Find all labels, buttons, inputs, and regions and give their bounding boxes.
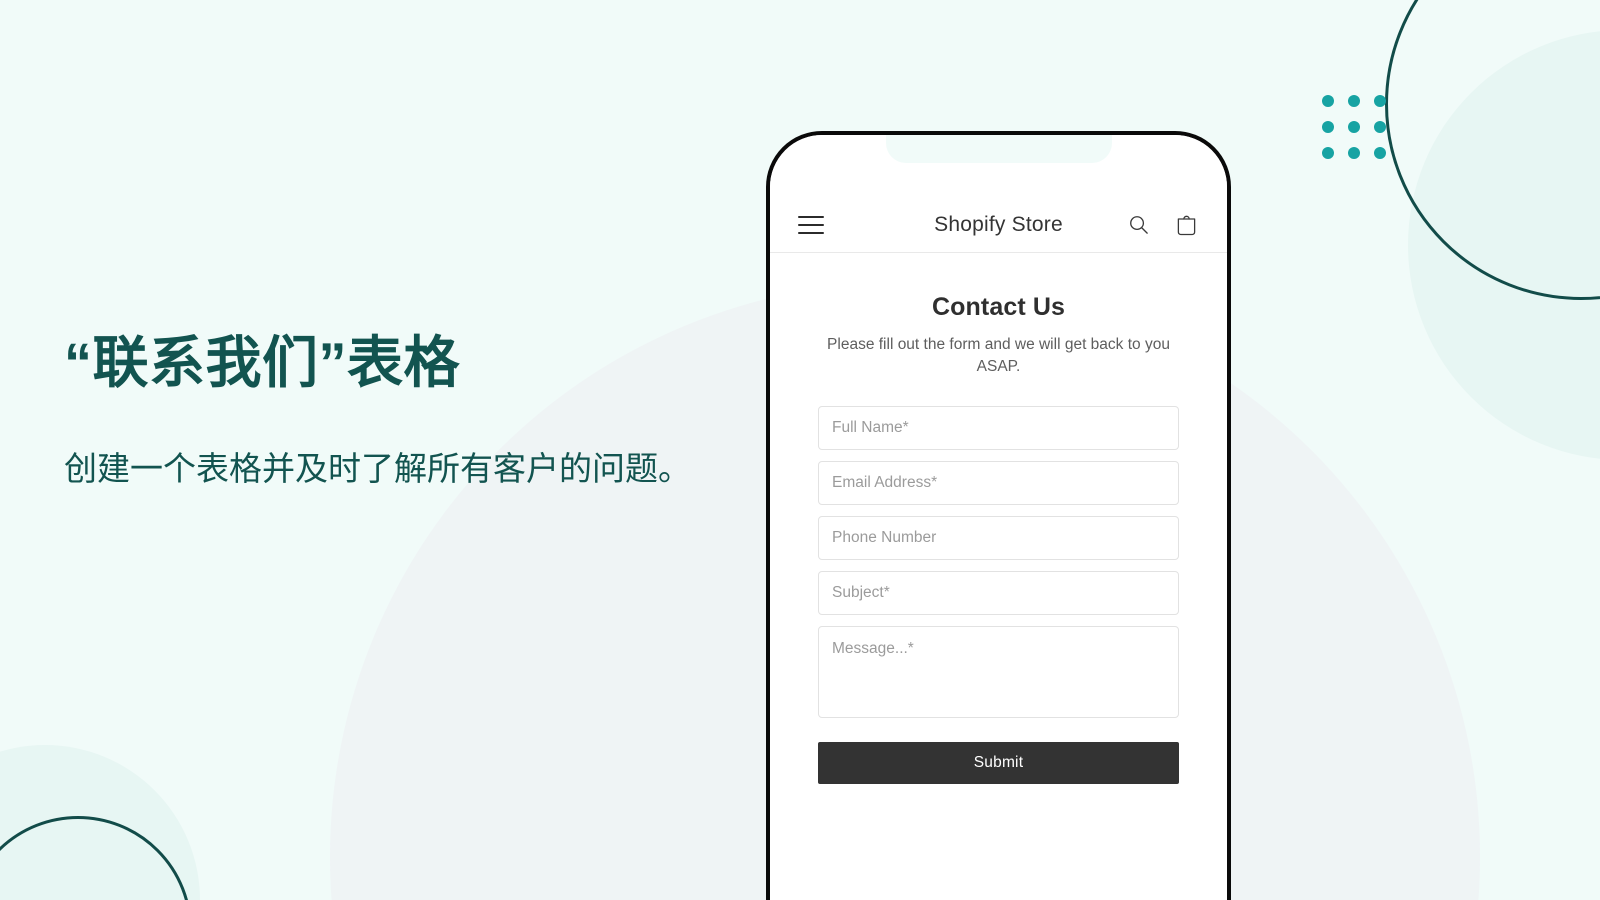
subject-input[interactable] (818, 571, 1179, 615)
grid-dot (1348, 147, 1360, 159)
grid-dot (1374, 147, 1386, 159)
shopping-bag-icon[interactable] (1173, 212, 1199, 238)
page-subtitle: 创建一个表格并及时了解所有客户的问题。 (64, 450, 691, 488)
form-subheading: Please fill out the form and we will get… (827, 336, 1170, 375)
grid-dot (1374, 121, 1386, 133)
phone-mockup: Shopify Store Contact Us Please fill out… (766, 131, 1231, 900)
hamburger-line (798, 215, 824, 218)
store-header: Shopify Store (770, 197, 1227, 253)
email-address-input[interactable] (818, 461, 1179, 505)
form-heading: Contact Us (932, 293, 1065, 321)
grid-dot (1322, 147, 1334, 159)
header-actions (1125, 212, 1199, 238)
grid-dot (1322, 121, 1334, 133)
hamburger-line (798, 231, 824, 234)
full-name-input[interactable] (818, 406, 1179, 450)
grid-dot (1322, 95, 1334, 107)
grid-dot (1348, 95, 1360, 107)
search-icon[interactable] (1125, 212, 1151, 238)
submit-button[interactable]: Submit (818, 742, 1179, 784)
hamburger-line (798, 223, 824, 226)
phone-number-input[interactable] (818, 516, 1179, 560)
grid-dot (1374, 95, 1386, 107)
contact-form: Contact Us Please fill out the form and … (770, 253, 1227, 784)
phone-screen: Shopify Store Contact Us Please fill out… (770, 135, 1227, 900)
grid-dot (1348, 121, 1360, 133)
hamburger-menu-icon[interactable] (798, 215, 824, 234)
promo-copy: “联系我们”表格 创建一个表格并及时了解所有客户的问题。 (64, 330, 754, 494)
dot-grid-icon (1322, 95, 1386, 159)
phone-notch (885, 135, 1112, 163)
page-title: “联系我们”表格 (64, 331, 460, 394)
form-fields (818, 406, 1179, 718)
message-textarea[interactable] (818, 626, 1179, 718)
